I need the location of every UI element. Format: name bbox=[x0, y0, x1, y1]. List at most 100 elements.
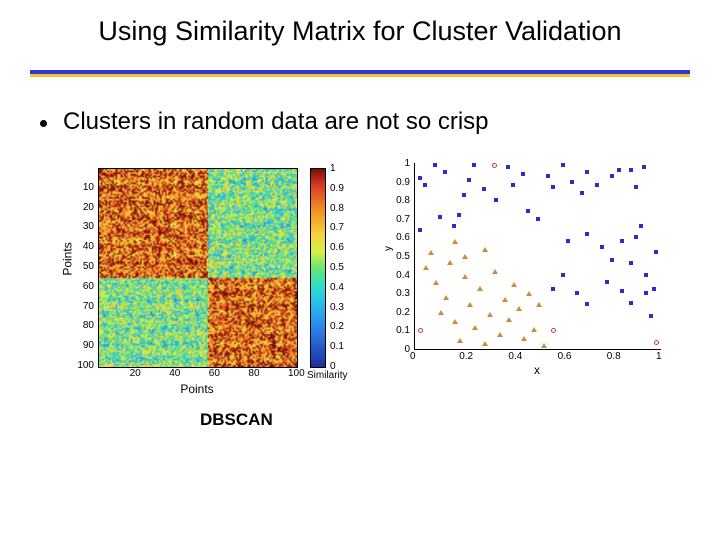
scatter-point bbox=[482, 187, 486, 191]
scatter-point bbox=[438, 310, 444, 315]
colorbar-tick: 0.3 bbox=[330, 302, 344, 313]
scatter-point bbox=[617, 168, 621, 172]
scatter-point bbox=[443, 295, 449, 300]
slide: Using Similarity Matrix for Cluster Vali… bbox=[0, 0, 720, 540]
scatter-point bbox=[531, 327, 537, 332]
scatter-point bbox=[600, 245, 604, 249]
scatter-point bbox=[585, 232, 589, 236]
colorbar-tick: 0 bbox=[330, 361, 336, 372]
scatter-point bbox=[462, 274, 468, 279]
scatter-point bbox=[595, 183, 599, 187]
scatter-point bbox=[521, 336, 527, 341]
scatter-xtick: 1 bbox=[656, 351, 662, 362]
scatter-point bbox=[585, 302, 589, 306]
scatter-point bbox=[570, 180, 574, 184]
scatter-point bbox=[452, 224, 456, 228]
scatter-point bbox=[482, 341, 488, 346]
scatter-point bbox=[482, 247, 488, 252]
scatter-point bbox=[639, 224, 643, 228]
scatter-point bbox=[654, 340, 659, 345]
title-underline bbox=[30, 70, 690, 77]
scatter-point bbox=[492, 269, 498, 274]
heatmap-ytick: 10 bbox=[70, 182, 94, 193]
scatter-point bbox=[642, 165, 646, 169]
scatter-point bbox=[452, 239, 458, 244]
scatter-ytick: 0.5 bbox=[390, 251, 410, 262]
scatter-point bbox=[634, 185, 638, 189]
scatter-point bbox=[536, 302, 542, 307]
scatter-point bbox=[423, 183, 427, 187]
scatter-point bbox=[433, 280, 439, 285]
scatter-ytick: 0.4 bbox=[390, 270, 410, 281]
scatter-point bbox=[457, 213, 461, 217]
scatter-point bbox=[561, 163, 565, 167]
scatter-point bbox=[546, 174, 550, 178]
colorbar-label: Similarity bbox=[307, 370, 348, 381]
scatter-ytick: 0.8 bbox=[390, 195, 410, 206]
scatter-point bbox=[610, 174, 614, 178]
heatmap-xtick: 80 bbox=[248, 368, 259, 379]
scatter-point bbox=[521, 172, 525, 176]
heatmap-ytick: 90 bbox=[70, 340, 94, 351]
scatter-point bbox=[580, 191, 584, 195]
colorbar-tick: 0.1 bbox=[330, 341, 344, 352]
scatter-point bbox=[418, 328, 423, 333]
scatter-point bbox=[575, 291, 579, 295]
scatter-point bbox=[452, 319, 458, 324]
scatter-point bbox=[462, 254, 468, 259]
scatter-ytick: 1 bbox=[390, 158, 410, 169]
scatter-point bbox=[551, 185, 555, 189]
page-title: Using Similarity Matrix for Cluster Vali… bbox=[0, 16, 720, 47]
rule-yellow bbox=[30, 74, 690, 78]
scatter-point bbox=[418, 228, 422, 232]
scatter-point bbox=[492, 163, 497, 168]
heatmap-ytick: 80 bbox=[70, 320, 94, 331]
scatter-point bbox=[497, 332, 503, 337]
scatter-point bbox=[629, 261, 633, 265]
scatter-point bbox=[526, 209, 530, 213]
scatter-point bbox=[472, 163, 476, 167]
scatter-point bbox=[561, 273, 565, 277]
scatter-point bbox=[585, 170, 589, 174]
colorbar-tick: 0.4 bbox=[330, 282, 344, 293]
bullet-item: Clusters in random data are not so crisp bbox=[40, 108, 489, 136]
colorbar-tick: 0.9 bbox=[330, 183, 344, 194]
heatmap-ytick: 70 bbox=[70, 301, 94, 312]
scatter-point bbox=[629, 168, 633, 172]
chart-caption: DBSCAN bbox=[200, 410, 273, 430]
scatter-point bbox=[634, 235, 638, 239]
colorbar-tick: 0.6 bbox=[330, 242, 344, 253]
heatmap-xtick: 40 bbox=[169, 368, 180, 379]
scatter-xtick: 0.2 bbox=[459, 351, 473, 362]
heatmap-x-axis-label: Points bbox=[98, 382, 296, 396]
heatmap-ytick: 100 bbox=[70, 360, 94, 371]
scatter-point bbox=[511, 183, 515, 187]
scatter-point bbox=[462, 193, 466, 197]
scatter-point bbox=[566, 239, 570, 243]
scatter-xtick: 0.4 bbox=[508, 351, 522, 362]
scatter-xtick: 0 bbox=[410, 351, 416, 362]
scatter-point bbox=[494, 198, 498, 202]
scatter-ytick: 0.3 bbox=[390, 288, 410, 299]
heatmap-xtick: 60 bbox=[209, 368, 220, 379]
scatter-ytick: 0.1 bbox=[390, 325, 410, 336]
scatter-point bbox=[443, 170, 447, 174]
scatter-point bbox=[467, 302, 473, 307]
heatmap-ytick: 30 bbox=[70, 221, 94, 232]
bullet-dot-icon bbox=[40, 120, 47, 127]
scatter-point bbox=[516, 306, 522, 311]
scatter-ytick: 0.9 bbox=[390, 177, 410, 188]
heatmap-xtick: 100 bbox=[288, 368, 305, 379]
scatter-x-axis-label: x bbox=[414, 363, 660, 377]
colorbar-tick: 0.8 bbox=[330, 203, 344, 214]
scatter-point bbox=[487, 312, 493, 317]
scatter-point bbox=[644, 291, 648, 295]
heatmap-ytick: 40 bbox=[70, 241, 94, 252]
colorbar bbox=[310, 168, 326, 368]
heatmap-ytick: 20 bbox=[70, 202, 94, 213]
scatter-point bbox=[511, 282, 517, 287]
scatter-chart: y x 00.20.40.60.8100.10.20.30.40.50.60.7… bbox=[380, 155, 680, 375]
scatter-point bbox=[541, 343, 547, 348]
heatmap-ytick: 60 bbox=[70, 281, 94, 292]
scatter-point bbox=[605, 280, 609, 284]
